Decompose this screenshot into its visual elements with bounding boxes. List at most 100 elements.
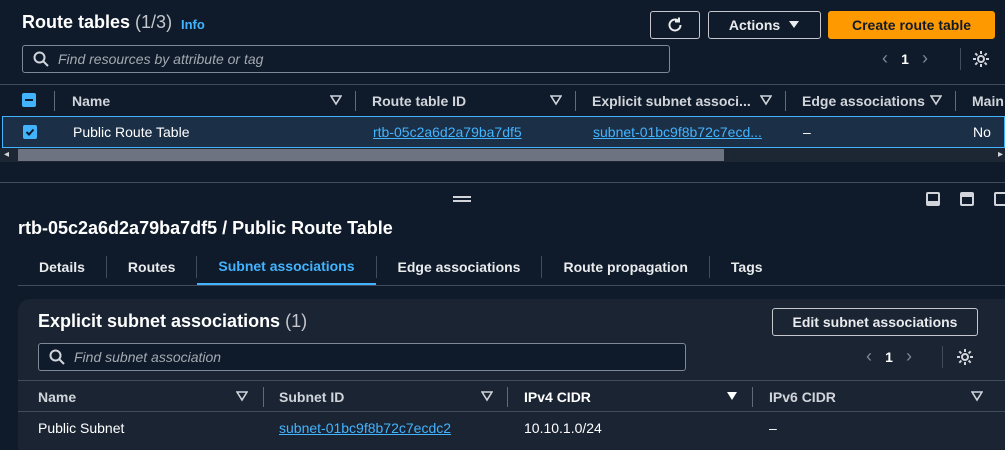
scroll-left-icon[interactable]: ◂: [4, 149, 9, 160]
sort-caret-icon: [330, 95, 342, 106]
info-link[interactable]: Info: [181, 17, 205, 32]
subnet-table-header: Name Subnet ID IPv4 CIDR IPv6 CIDR: [18, 380, 1005, 412]
selection-count: (1/3): [135, 12, 173, 32]
page-title: Route tables (1/3): [22, 12, 172, 33]
column-header-ipv6-cidr[interactable]: IPv6 CIDR: [769, 381, 983, 413]
sort-caret-icon: [550, 95, 562, 106]
column-name-label: Name: [72, 93, 111, 109]
page-number[interactable]: 1: [898, 51, 912, 67]
column-header-edge-associations[interactable]: Edge associations: [802, 85, 942, 117]
refresh-icon: [668, 17, 682, 32]
explicit-subnet-link[interactable]: subnet-01bc9f8b72c7ecd...: [593, 117, 762, 147]
subnet-name: Public Subnet: [38, 420, 125, 436]
sort-caret-icon: [236, 391, 248, 402]
column-divider: [54, 91, 55, 111]
search-icon: [33, 51, 49, 67]
column-main-label: Main: [972, 93, 1004, 109]
panel-close-icon[interactable]: [994, 192, 1005, 206]
pager-divider: [960, 48, 961, 70]
column-route-table-id-label: Route table ID: [372, 93, 467, 109]
tab-routes[interactable]: Routes: [107, 248, 196, 286]
column-divider: [507, 387, 508, 407]
resource-search-input[interactable]: Find resources by attribute or tag: [22, 45, 670, 73]
tab-subnet-associations[interactable]: Subnet associations: [197, 248, 376, 286]
subnet-search-input[interactable]: Find subnet association: [38, 343, 686, 371]
prev-page-icon[interactable]: ‹: [872, 48, 898, 69]
edit-subnet-associations-button[interactable]: Edit subnet associations: [772, 308, 978, 336]
column-edge-associations-label: Edge associations: [802, 93, 925, 109]
prev-page-icon[interactable]: ‹: [856, 346, 882, 367]
search-icon: [49, 349, 65, 365]
split-panel-divider: [0, 182, 1005, 183]
panel-bottom-icon[interactable]: [926, 192, 940, 206]
column-divider: [575, 91, 576, 111]
column-explicit-subnet-label: Explicit subnet associ...: [592, 93, 751, 109]
column-subnet-id-label: Subnet ID: [279, 389, 345, 405]
settings-gear-icon[interactable]: [956, 348, 974, 366]
page-title-text: Route tables: [22, 12, 131, 32]
column-header-main[interactable]: Main: [972, 85, 1005, 117]
horizontal-scrollbar[interactable]: ◂ ▸: [0, 148, 1005, 162]
route-table-header: Name Route table ID Explicit subnet asso…: [0, 84, 1005, 116]
actions-label: Actions: [728, 17, 781, 33]
column-divider: [752, 387, 753, 407]
column-header-route-table-id[interactable]: Route table ID: [372, 85, 562, 117]
pagination: ‹ 1 ›: [872, 48, 938, 69]
search-placeholder: Find resources by attribute or tag: [58, 51, 264, 67]
panel-side-icon[interactable]: [960, 192, 974, 206]
scroll-right-icon[interactable]: ▸: [998, 149, 1003, 160]
row-checkbox[interactable]: [23, 125, 37, 139]
tab-tags[interactable]: Tags: [710, 248, 784, 286]
column-ipv4-cidr-label: IPv4 CIDR: [524, 389, 591, 405]
route-tables-panel: Route tables (1/3) Info Actions Create r…: [0, 0, 1005, 183]
detail-title: rtb-05c2a6d2a79ba7df5 / Public Route Tab…: [18, 218, 393, 238]
column-header-subnet-id[interactable]: Subnet ID: [279, 381, 493, 413]
route-table-id-link[interactable]: rtb-05c2a6d2a79ba7df5: [373, 117, 522, 147]
actions-button[interactable]: Actions: [708, 11, 821, 39]
sort-caret-icon: [760, 95, 772, 106]
select-all-checkbox[interactable]: [22, 93, 36, 107]
column-header-explicit-subnet[interactable]: Explicit subnet associ...: [592, 85, 772, 117]
next-page-icon[interactable]: ›: [912, 48, 938, 69]
caret-down-icon: [789, 21, 800, 28]
column-divider: [785, 91, 786, 111]
detail-tabs: Details Routes Subnet associations Edge …: [18, 248, 784, 286]
column-subnet-name-label: Name: [38, 389, 77, 405]
next-page-icon[interactable]: ›: [896, 346, 922, 367]
column-divider: [263, 387, 264, 407]
sort-caret-filled-icon: [727, 392, 737, 400]
column-ipv6-cidr-label: IPv6 CIDR: [769, 389, 836, 405]
row-name: Public Route Table: [73, 124, 190, 140]
indeterminate-mark: [25, 99, 33, 101]
card-title: Explicit subnet associations (1): [38, 311, 307, 332]
table-row[interactable]: Public Route Table rtb-05c2a6d2a79ba7df5…: [2, 116, 1005, 148]
settings-gear-icon[interactable]: [972, 50, 990, 68]
subnet-page-number[interactable]: 1: [882, 349, 896, 365]
card-title-text: Explicit subnet associations: [38, 311, 281, 331]
subnet-ipv4-cidr: 10.10.1.0/24: [524, 420, 602, 436]
pager-divider: [942, 346, 943, 368]
drag-handle-icon[interactable]: [453, 196, 471, 202]
subnet-id-link[interactable]: subnet-01bc9f8b72c7ecdc2: [279, 412, 451, 444]
tab-edge-associations[interactable]: Edge associations: [377, 248, 542, 286]
sort-caret-icon: [481, 391, 493, 402]
subnet-search-placeholder: Find subnet association: [74, 349, 222, 365]
sort-caret-icon: [930, 95, 942, 106]
refresh-button[interactable]: [650, 11, 700, 39]
row-main: No: [973, 124, 991, 140]
card-count: (1): [285, 311, 308, 331]
tabs-underline: [18, 285, 1005, 286]
subnet-pagination: ‹ 1 ›: [856, 346, 922, 367]
table-row: Public Subnet subnet-01bc9f8b72c7ecdc2 1…: [18, 412, 1005, 444]
create-route-table-button[interactable]: Create route table: [828, 11, 995, 39]
tab-details[interactable]: Details: [18, 248, 106, 286]
column-header-name[interactable]: Name: [72, 85, 342, 117]
checkmark-icon: [25, 128, 35, 136]
tab-route-propagation[interactable]: Route propagation: [542, 248, 708, 286]
subnet-associations-card: Explicit subnet associations (1) Edit su…: [18, 299, 1005, 450]
column-header-ipv4-cidr[interactable]: IPv4 CIDR: [524, 381, 738, 413]
column-divider: [955, 91, 956, 111]
sort-caret-icon: [971, 391, 983, 402]
scroll-thumb[interactable]: [18, 149, 724, 161]
column-header-subnet-name[interactable]: Name: [38, 381, 248, 413]
